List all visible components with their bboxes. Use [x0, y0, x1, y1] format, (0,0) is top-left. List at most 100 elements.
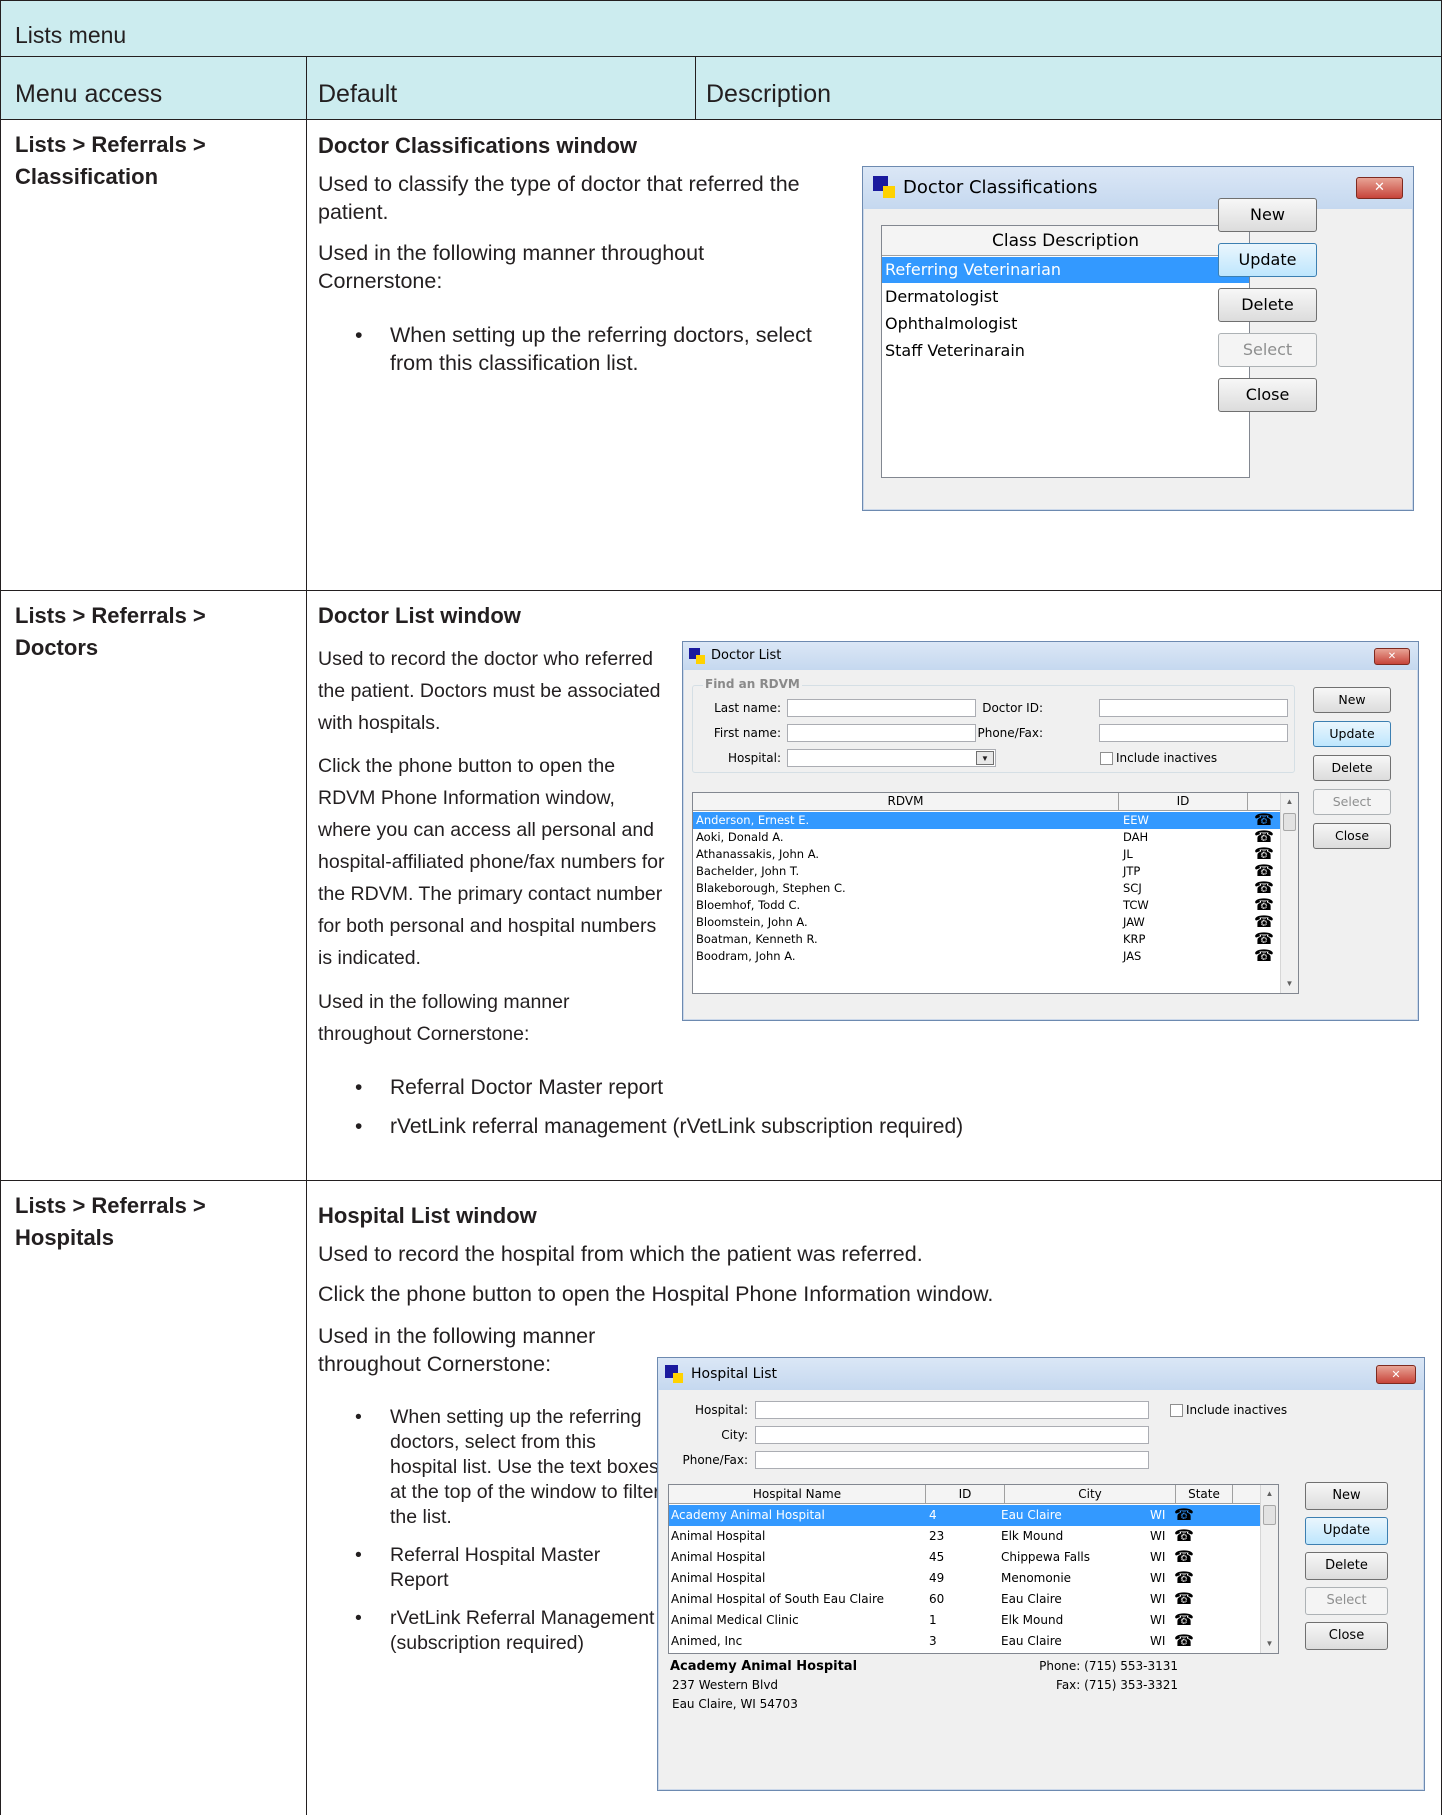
column-header-id[interactable]: ID — [1119, 793, 1247, 810]
phone-icon[interactable]: ☎ — [1253, 829, 1275, 845]
new-button[interactable]: New — [1313, 687, 1391, 713]
table-row[interactable]: Animal Hospital of South Eau Claire 60 Eau… — [669, 1589, 1260, 1610]
hospital-city-cell: Menomonie — [1001, 1571, 1072, 1585]
phone-icon[interactable]: ☎ — [1253, 863, 1275, 879]
phone-fax-input[interactable] — [755, 1451, 1149, 1469]
menu-path-doctors: Lists > Referrals > Doctors — [15, 600, 206, 664]
select-button[interactable]: Select — [1313, 789, 1391, 815]
table-row[interactable]: Animal Hospital 49 Menomonie WI ☎ — [669, 1568, 1260, 1589]
column-separator — [1232, 1485, 1233, 1504]
close-button[interactable]: Close — [1313, 823, 1391, 849]
phone-icon[interactable]: ☎ — [1253, 914, 1275, 930]
scroll-thumb[interactable] — [1263, 1505, 1276, 1525]
last-name-input[interactable] — [787, 699, 976, 717]
phone-icon[interactable]: ☎ — [1173, 1528, 1195, 1544]
table-row[interactable]: Bachelder, John T. JTP ☎ — [693, 863, 1280, 880]
rule — [0, 0, 1, 1815]
delete-button[interactable]: Delete — [1218, 288, 1317, 322]
vertical-scrollbar[interactable]: ▲ ▼ — [1280, 793, 1298, 993]
include-inactives-checkbox[interactable] — [1100, 752, 1113, 765]
city-input[interactable] — [755, 1426, 1149, 1444]
rdvm-id-cell: JAS — [1123, 949, 1142, 963]
phone-icon[interactable]: ☎ — [1253, 880, 1275, 896]
table-row[interactable]: Animal Hospital 45 Chippewa Falls WI ☎ — [669, 1547, 1260, 1568]
delete-button[interactable]: Delete — [1313, 755, 1391, 781]
hospital-name-cell: Animed, Inc — [671, 1634, 743, 1648]
table-row[interactable]: Animal Medical Clinic 1 Elk Mound WI ☎ — [669, 1610, 1260, 1631]
column-header-class-description[interactable]: Class Description — [882, 226, 1249, 256]
chevron-down-icon[interactable]: ▼ — [976, 751, 994, 765]
phone-fax-input[interactable] — [1099, 724, 1288, 742]
table-row[interactable]: Anderson, Ernest E. EEW ☎ — [693, 812, 1280, 829]
phone-icon[interactable]: ☎ — [1253, 948, 1275, 964]
update-button[interactable]: Update — [1218, 243, 1317, 277]
list-item[interactable]: Dermatologist — [882, 284, 1249, 310]
table-row[interactable]: Boatman, Kenneth R. KRP ☎ — [693, 931, 1280, 948]
scroll-down-icon[interactable]: ▼ — [1281, 977, 1298, 991]
description-text: Used in the following manner throughout … — [318, 1324, 596, 1376]
table-row[interactable]: Blakeborough, Stephen C. SCJ ☎ — [693, 880, 1280, 897]
scroll-up-icon[interactable]: ▲ — [1261, 1487, 1278, 1501]
phone-icon[interactable]: ☎ — [1173, 1549, 1195, 1565]
phone-icon[interactable]: ☎ — [1173, 1612, 1195, 1628]
column-header-id[interactable]: ID — [926, 1485, 1004, 1503]
new-button[interactable]: New — [1218, 198, 1317, 232]
table-row[interactable]: Bloemhof, Todd C. TCW ☎ — [693, 897, 1280, 914]
column-header-state[interactable]: State — [1176, 1485, 1232, 1503]
list-item[interactable]: Referring Veterinarian — [882, 257, 1249, 283]
update-button[interactable]: Update — [1313, 721, 1391, 747]
table-row[interactable]: Aoki, Donald A. DAH ☎ — [693, 829, 1280, 846]
class-description-list[interactable]: Class Description Referring Veterinarian… — [881, 225, 1250, 478]
phone-icon[interactable]: ☎ — [1173, 1591, 1195, 1607]
close-button[interactable]: Close — [1218, 378, 1317, 412]
phone-icon[interactable]: ☎ — [1173, 1570, 1195, 1586]
table-row[interactable]: Animal Hospital 23 Elk Mound WI ☎ — [669, 1526, 1260, 1547]
column-header-rdvm[interactable]: RDVM — [693, 793, 1118, 810]
close-icon[interactable]: ✕ — [1374, 648, 1410, 665]
vertical-scrollbar[interactable]: ▲ ▼ — [1260, 1485, 1278, 1653]
select-button[interactable]: Select — [1218, 333, 1317, 367]
phone-icon[interactable]: ☎ — [1253, 846, 1275, 862]
phone-icon[interactable]: ☎ — [1173, 1633, 1195, 1649]
phone-icon[interactable]: ☎ — [1173, 1507, 1195, 1523]
column-header-hospital-name[interactable]: Hospital Name — [669, 1485, 925, 1503]
table-row[interactable]: Bloomstein, John A. JAW ☎ — [693, 914, 1280, 931]
new-button[interactable]: New — [1305, 1482, 1388, 1510]
list-item[interactable]: Ophthalmologist — [882, 311, 1249, 337]
bullet-text: rVetLink Referral Management (subscripti… — [390, 1607, 655, 1654]
hospital-state-cell: WI — [1150, 1592, 1166, 1606]
doctor-id-input[interactable] — [1099, 699, 1288, 717]
include-inactives-checkbox[interactable] — [1170, 1404, 1183, 1417]
hospital-input[interactable] — [755, 1401, 1149, 1419]
rdvm-list[interactable]: RDVM ID Anderson, Ernest E. EEW ☎ Aoki, Don… — [692, 792, 1299, 994]
bullet-dot: • — [355, 323, 363, 347]
scroll-down-icon[interactable]: ▼ — [1261, 1637, 1278, 1651]
column-header-menu-access: Menu access — [15, 80, 163, 108]
close-icon[interactable]: ✕ — [1356, 177, 1403, 199]
list-header: Hospital Name ID City State — [669, 1485, 1278, 1504]
phone-icon[interactable]: ☎ — [1253, 812, 1275, 828]
bullet-item: • When setting up the referring doctors,… — [355, 321, 860, 377]
table-row[interactable]: Athanassakis, John A. JL ☎ — [693, 846, 1280, 863]
phone-icon[interactable]: ☎ — [1253, 897, 1275, 913]
update-button[interactable]: Update — [1305, 1517, 1388, 1545]
list-item[interactable]: Staff Veterinarain — [882, 338, 1249, 364]
scroll-up-icon[interactable]: ▲ — [1281, 795, 1298, 809]
table-row[interactable]: Boodram, John A. JAS ☎ — [693, 948, 1280, 965]
scroll-thumb[interactable] — [1283, 813, 1296, 831]
description-text: Used to record the doctor who referred t… — [318, 648, 661, 734]
first-name-input[interactable] — [787, 724, 976, 742]
select-button[interactable]: Select — [1305, 1587, 1388, 1615]
phone-icon[interactable]: ☎ — [1253, 931, 1275, 947]
delete-button[interactable]: Delete — [1305, 1552, 1388, 1580]
table-row[interactable]: Animed, Inc 3 Eau Claire WI ☎ — [669, 1631, 1260, 1652]
close-button[interactable]: Close — [1305, 1622, 1388, 1650]
column-separator — [1247, 793, 1248, 811]
table-row[interactable]: Academy Animal Hospital 4 Eau Claire WI ☎ — [669, 1505, 1260, 1526]
close-icon[interactable]: ✕ — [1376, 1365, 1416, 1384]
rdvm-id-cell: DAH — [1123, 830, 1149, 844]
column-header-city[interactable]: City — [1005, 1485, 1175, 1503]
include-inactives-label: Include inactives — [1186, 1403, 1288, 1417]
hospital-select[interactable]: ▼ — [787, 749, 996, 767]
hospital-list[interactable]: Hospital Name ID City State Academy Anim… — [668, 1484, 1279, 1654]
